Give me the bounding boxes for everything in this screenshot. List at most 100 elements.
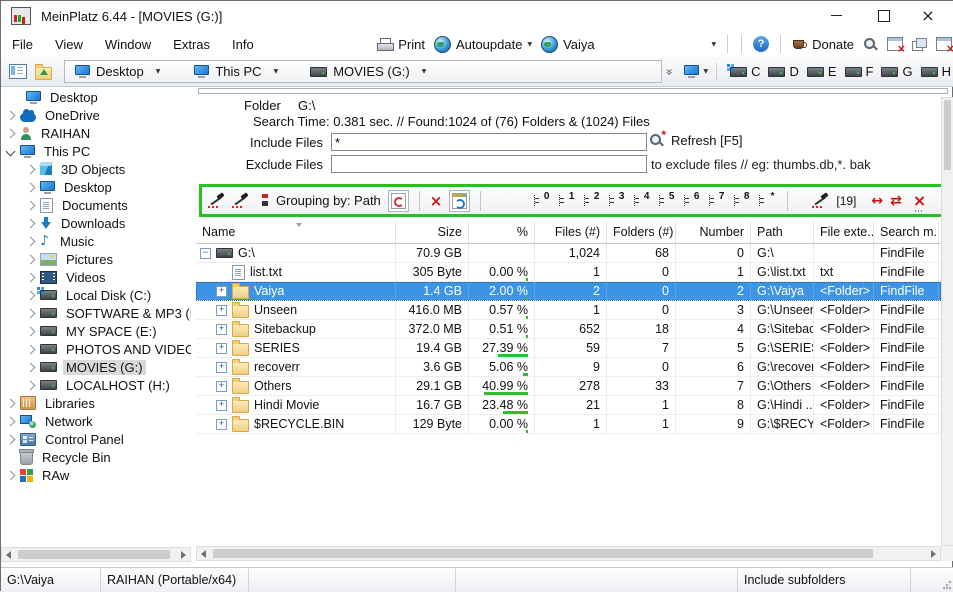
sidebar-item-libraries[interactable]: Libraries	[3, 394, 191, 412]
autoupdate-button[interactable]: Autoupdate ▼	[433, 35, 532, 53]
crumb-desktop[interactable]: Desktop ▼	[65, 61, 170, 82]
expand-icon[interactable]: +	[216, 399, 227, 411]
browser-combo[interactable]: Vaiya ▼	[541, 35, 716, 53]
sidebar-item-my-space-e[interactable]: MY SPACE (E:)	[3, 322, 191, 340]
scrollbar-thumb[interactable]	[944, 100, 951, 170]
drive-button-d[interactable]: D	[765, 61, 801, 83]
sidebar-item-music[interactable]: ♪ Music	[3, 232, 191, 250]
chevron-down-icon[interactable]: ▼	[274, 68, 279, 75]
expand-icon[interactable]: +	[216, 380, 227, 392]
sidebar-item-control-panel[interactable]: Control Panel	[3, 430, 191, 448]
expander-chevron-icon[interactable]	[5, 146, 16, 156]
chevron-down-icon[interactable]: ▼	[422, 68, 427, 75]
table-row-series[interactable]: + SERIES 19.4 GB 27.39 % 59 7 5 G:\SERIES <Folde…	[196, 339, 941, 358]
expander-chevron-icon[interactable]	[25, 380, 36, 390]
menu-info[interactable]: Info	[221, 31, 265, 57]
sidebar-item-recycle-bin[interactable]: Recycle Bin	[3, 448, 191, 466]
sidebar-item-pictures[interactable]: Pictures	[3, 250, 191, 268]
table-row-vaiya[interactable]: + Vaiya 1.4 GB 2.00 % 2 0 2 G:\Vaiya <Folder> Fin…	[196, 282, 941, 301]
sidebar-item-3d-objects[interactable]: 3D Objects	[3, 160, 191, 178]
grouping-label[interactable]: Grouping by: Path	[276, 193, 381, 208]
tree-depth-button-3[interactable]: 3	[606, 191, 624, 209]
collapse-icon[interactable]: −	[200, 247, 211, 259]
sidebar-item-photos-and-videos-f[interactable]: PHOTOS AND VIDEOS (F:	[3, 340, 191, 358]
crumb-this-pc[interactable]: This PC ▼	[184, 61, 288, 82]
main-horizontal-scrollbar[interactable]	[196, 546, 941, 561]
close-all-windows-icon[interactable]	[936, 37, 953, 55]
sidebar-item-local-disk-c[interactable]: Local Disk (C:)	[3, 286, 191, 304]
help-button[interactable]: ?	[753, 36, 770, 52]
scan-tool-alt-icon[interactable]	[232, 193, 249, 208]
maximize-button[interactable]	[862, 1, 906, 30]
drive-button-f[interactable]: F	[842, 61, 877, 83]
column-header-files[interactable]: Files (#)	[535, 222, 607, 243]
swap-columns-icon[interactable]: ⇄	[890, 193, 902, 209]
expander-chevron-icon[interactable]	[25, 236, 36, 246]
donate-button[interactable]: Donate	[792, 37, 854, 52]
scroll-right-icon[interactable]	[927, 547, 940, 560]
table-row-recycle-bin[interactable]: +$RECYCLE.BIN129 Byte0.00 %119G:\$RECY..…	[196, 415, 941, 434]
menu-window[interactable]: Window	[94, 31, 162, 57]
chevron-down-icon[interactable]: ▼	[156, 68, 161, 75]
print-button[interactable]: Print	[377, 37, 425, 52]
expander-chevron-icon[interactable]	[25, 272, 36, 282]
expand-icon[interactable]: +	[216, 418, 227, 430]
expander-chevron-icon[interactable]	[25, 290, 36, 300]
expander-chevron-icon[interactable]	[25, 326, 36, 336]
crumb-movies-g[interactable]: MOVIES (G:) ▼	[300, 61, 436, 82]
table-row-hindi-movie[interactable]: + Hindi Movie 16.7 GB 23.48 % 21 1 8 G:\Hindi .…	[196, 396, 941, 415]
main-vertical-scrollbar[interactable]	[941, 97, 953, 546]
expander-chevron-icon[interactable]	[25, 182, 36, 192]
scan-tool-icon[interactable]	[208, 193, 225, 208]
table-row-unseen[interactable]: + Unseen 416.0 MB 0.57 % 1 0 3 G:\Unseen <Folder…	[196, 301, 941, 320]
search-icon[interactable]	[863, 37, 878, 52]
drive-button-c[interactable]: C	[727, 61, 763, 83]
computer-dropdown[interactable]: ▼	[683, 65, 708, 78]
expand-icon[interactable]: +	[216, 361, 227, 373]
sidebar-item-software-mp3-d[interactable]: SOFTWARE & MP3 (D:)	[3, 304, 191, 322]
sidebar-item-documents[interactable]: Documents	[3, 196, 191, 214]
resize-grip[interactable]	[942, 580, 952, 590]
expander-chevron-icon[interactable]	[25, 254, 36, 264]
expand-icon[interactable]: +	[216, 285, 227, 297]
scroll-right-icon[interactable]	[177, 548, 190, 561]
drive-button-e[interactable]: E	[804, 61, 840, 83]
expand-width-icon[interactable]: ↔	[871, 193, 883, 209]
close-button[interactable]: ×	[906, 1, 950, 30]
column-header-[interactable]: %	[469, 222, 535, 243]
menu-file[interactable]: File	[1, 31, 44, 57]
expander-chevron-icon[interactable]	[5, 110, 16, 120]
tree-depth-button-0[interactable]: 0	[531, 191, 549, 209]
expander-chevron-icon[interactable]	[25, 344, 36, 354]
sidebar-item-raihan[interactable]: RAIHAN	[3, 124, 191, 142]
expander-chevron-icon[interactable]	[5, 470, 16, 480]
expand-icon[interactable]: +	[216, 323, 227, 335]
table-row-sitebackup[interactable]: + Sitebackup 372.0 MB 0.51 % 652 18 4 G:\Siteba…	[196, 320, 941, 339]
expander-chevron-icon[interactable]	[25, 362, 36, 372]
clear-icon[interactable]: ×	[430, 192, 443, 210]
tree-depth-button-4[interactable]: 4	[631, 191, 649, 209]
include-files-input[interactable]	[331, 133, 647, 151]
table-row-others[interactable]: + Others 29.1 GB 40.99 % 278 33 7 G:\Others <Fol…	[196, 377, 941, 396]
close-window-icon[interactable]	[887, 37, 906, 55]
expand-icon[interactable]: +	[216, 342, 227, 354]
tools-count-icon[interactable]	[812, 193, 829, 208]
tree-depth-button-2[interactable]: 2	[581, 191, 599, 209]
scrollbar-thumb[interactable]	[18, 550, 170, 559]
expand-icon[interactable]: +	[216, 304, 227, 316]
menu-view[interactable]: View	[44, 31, 94, 57]
expander-chevron-icon[interactable]	[25, 218, 36, 228]
export-icon[interactable]: ×	[913, 191, 926, 212]
scroll-left-icon[interactable]	[2, 548, 15, 561]
table-row-recoverr[interactable]: + recoverr 3.6 GB 5.06 % 9 0 6 G:\recoverr <Fold…	[196, 358, 941, 377]
minimize-button[interactable]	[814, 1, 858, 30]
toggle-grouping-button[interactable]	[387, 189, 409, 212]
expander-chevron-icon[interactable]	[25, 164, 36, 174]
tree-depth-button-1[interactable]: 1	[556, 191, 574, 209]
sidebar-item-downloads[interactable]: Downloads	[3, 214, 191, 232]
expander-chevron-icon[interactable]	[25, 200, 36, 210]
drive-button-h[interactable]: H	[918, 61, 953, 83]
sidebar-item-localhost-h[interactable]: LOCALHOST (H:)	[3, 376, 191, 394]
tree-depth-button-7[interactable]: 7	[706, 191, 724, 209]
sidebar-item-raw[interactable]: RAw	[3, 466, 191, 484]
